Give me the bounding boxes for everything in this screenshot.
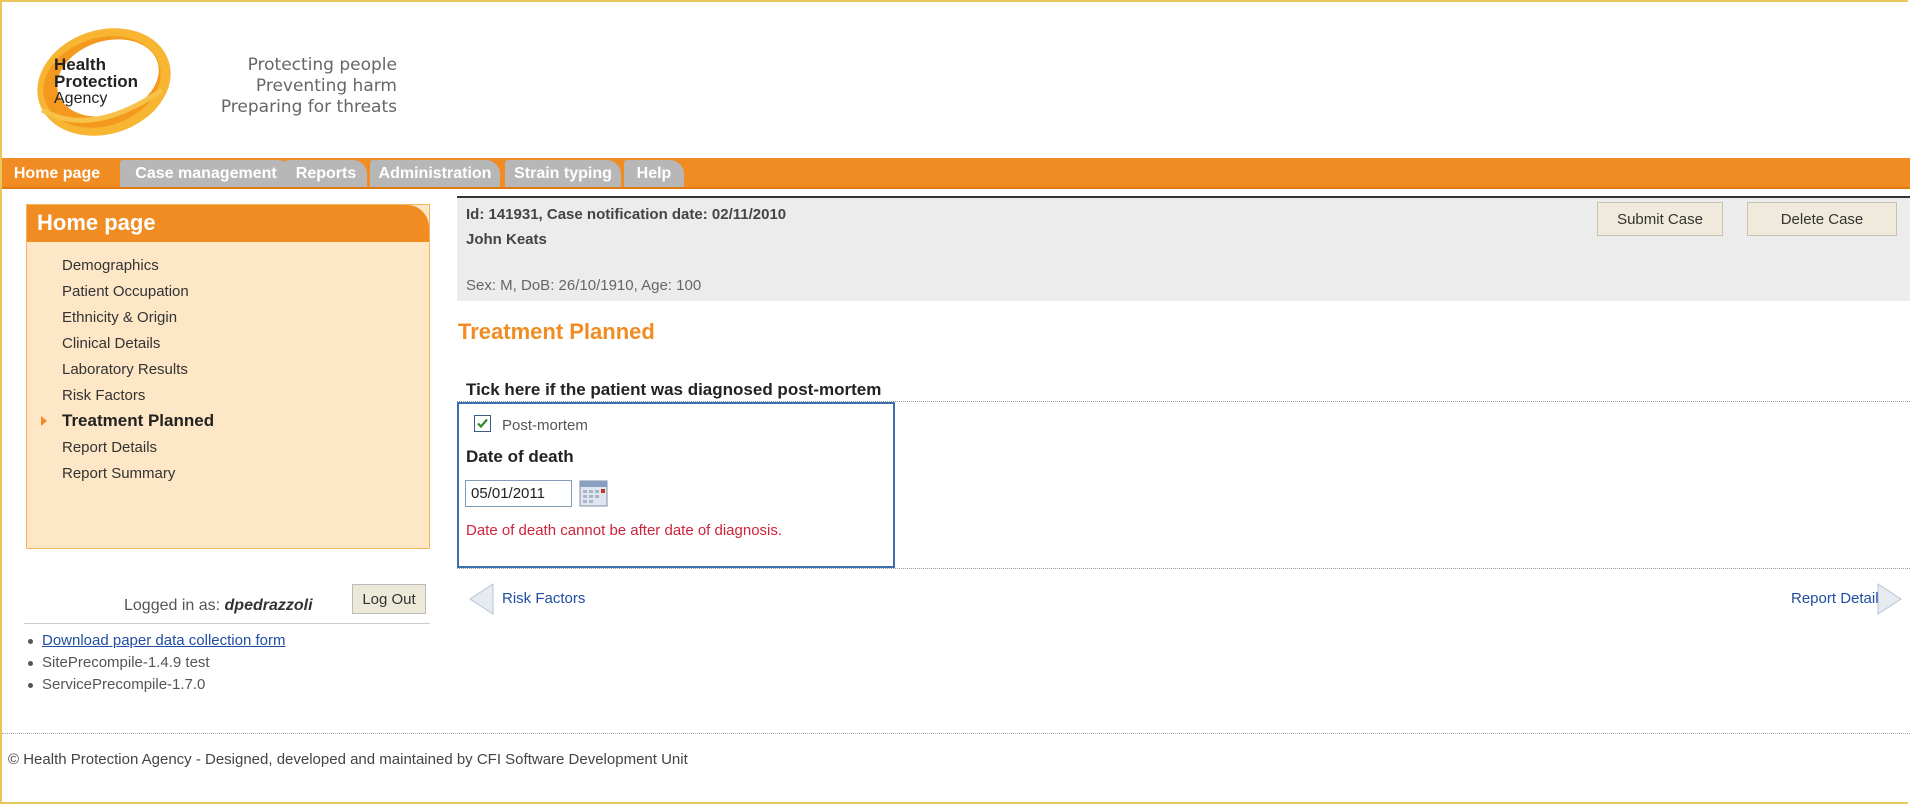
sidebar: Home page Demographics Patient Occupatio…	[26, 204, 430, 549]
list-item: SitePrecompile-1.4.9 test	[24, 652, 285, 674]
prev-page-link[interactable]: Risk Factors	[502, 590, 585, 607]
login-status: Logged in as: dpedrazzoli	[124, 597, 313, 615]
next-page-link[interactable]: Report Details	[1791, 590, 1886, 607]
tab-home-page[interactable]: Home page	[2, 160, 112, 187]
page-title: Treatment Planned	[458, 319, 655, 344]
tagline: Protecting people Preventing harm Prepar…	[212, 55, 397, 118]
footer-links-list: Download paper data collection form Site…	[24, 630, 285, 696]
sidebar-item-patient-occupation[interactable]: Patient Occupation	[62, 283, 189, 300]
tagline-line-1: Protecting people	[247, 55, 397, 75]
logo-text-line-2: Protection	[54, 72, 138, 91]
submit-case-button[interactable]: Submit Case	[1597, 202, 1723, 236]
sidebar-title: Home page	[37, 210, 156, 235]
next-arrow-icon[interactable]	[1877, 583, 1903, 615]
checkmark-icon	[477, 418, 488, 429]
date-of-death-input[interactable]	[465, 480, 572, 507]
tab-case-management[interactable]: Case management	[120, 160, 292, 187]
sidebar-item-treatment-planned[interactable]: Treatment Planned	[62, 411, 214, 431]
list-item: ServicePrecompile-1.7.0	[24, 674, 285, 696]
main-nav: Home page Case management Reports Admini…	[2, 158, 1910, 189]
list-item: Download paper data collection form	[24, 630, 285, 652]
calendar-icon[interactable]	[579, 480, 608, 507]
footer-divider	[2, 733, 1910, 734]
login-divider	[24, 623, 430, 624]
divider	[457, 568, 1910, 569]
post-mortem-question: Tick here if the patient was diagnosed p…	[466, 380, 882, 399]
tagline-line-2: Preventing harm	[255, 76, 397, 96]
delete-case-button[interactable]: Delete Case	[1747, 202, 1897, 236]
active-item-arrow-icon	[41, 416, 47, 426]
sidebar-item-ethnicity-origin[interactable]: Ethnicity & Origin	[62, 309, 177, 326]
tagline-line-3: Preparing for threats	[220, 97, 397, 117]
patient-name: John Keats	[466, 231, 547, 248]
case-id: Id: 141931, Case notification date: 02/1…	[466, 206, 787, 223]
tab-help[interactable]: Help	[624, 160, 684, 187]
sidebar-item-report-details[interactable]: Report Details	[62, 439, 157, 456]
sidebar-item-laboratory-results[interactable]: Laboratory Results	[62, 361, 188, 378]
sidebar-item-risk-factors[interactable]: Risk Factors	[62, 387, 145, 404]
patient-demographics: Sex: M, DoB: 26/10/1910, Age: 100	[466, 277, 702, 294]
sidebar-item-clinical-details[interactable]: Clinical Details	[62, 335, 160, 352]
post-mortem-checkbox[interactable]	[474, 415, 491, 432]
tab-administration[interactable]: Administration	[370, 160, 500, 187]
post-mortem-label: Post-mortem	[502, 417, 588, 434]
footer-text: © Health Protection Agency - Designed, d…	[8, 751, 688, 768]
logout-button[interactable]: Log Out	[352, 584, 426, 614]
tab-strain-typing[interactable]: Strain typing	[505, 160, 621, 187]
sidebar-header: Home page	[27, 205, 429, 242]
date-error-message: Date of death cannot be after date of di…	[466, 522, 783, 539]
site-version: SitePrecompile-1.4.9 test	[42, 654, 210, 671]
prev-arrow-icon[interactable]	[468, 583, 494, 615]
hpa-logo: Health Protection Agency	[37, 28, 171, 136]
download-form-link[interactable]: Download paper data collection form	[42, 632, 285, 649]
tab-reports[interactable]: Reports	[285, 160, 367, 187]
sidebar-item-demographics[interactable]: Demographics	[62, 257, 159, 274]
login-username: dpedrazzoli	[224, 597, 313, 614]
sidebar-item-report-summary[interactable]: Report Summary	[62, 465, 175, 482]
service-version: ServicePrecompile-1.7.0	[42, 676, 206, 693]
logo-text-line-3: Agency	[54, 90, 107, 107]
date-of-death-label: Date of death	[466, 447, 574, 466]
login-label: Logged in as:	[124, 597, 221, 614]
